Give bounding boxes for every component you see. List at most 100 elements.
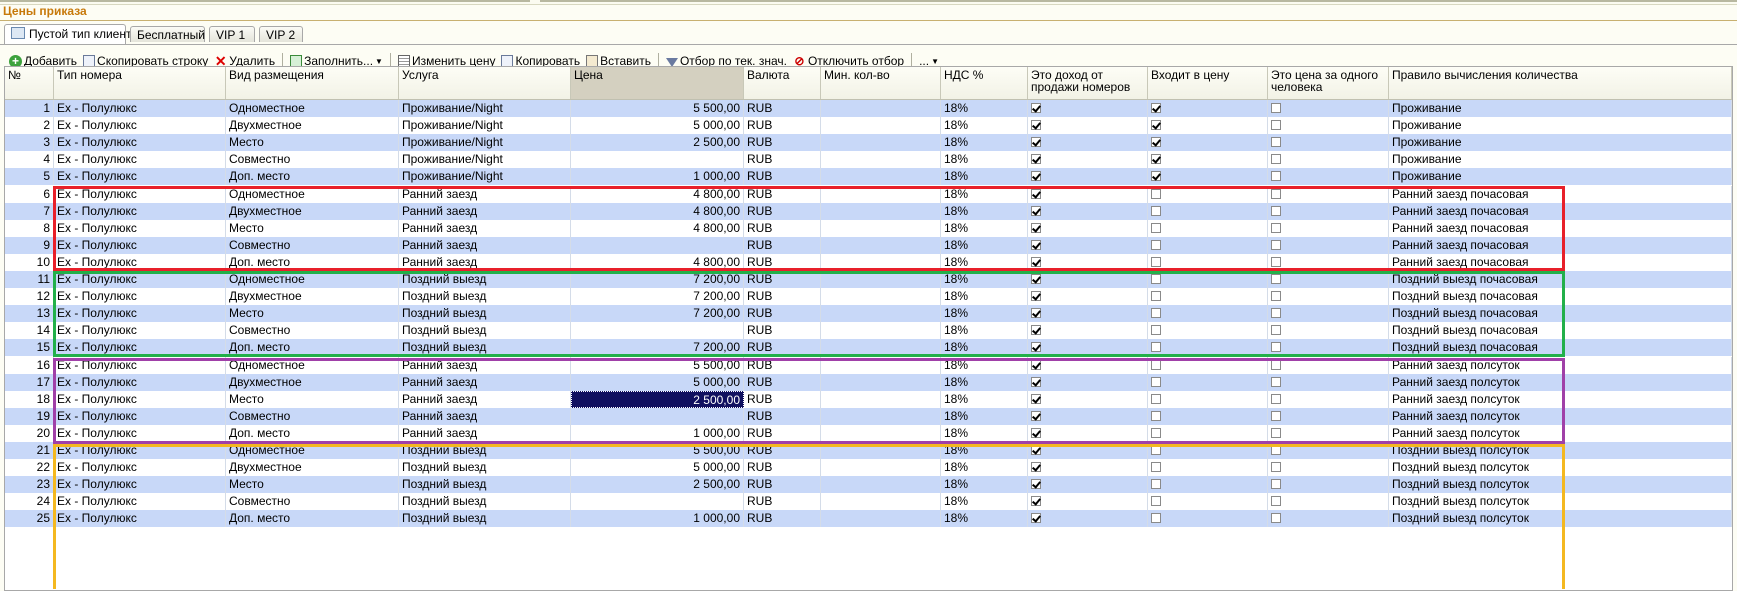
cell-price[interactable]: 4 800,00 [571, 219, 744, 237]
checkbox[interactable] [1271, 205, 1281, 216]
cell-per-person[interactable] [1268, 151, 1389, 169]
cell-qty-rule[interactable]: Ранний заезд полсуток [1389, 373, 1732, 391]
cell-accommodation[interactable]: Одноместное [226, 442, 399, 459]
cell-room-revenue[interactable] [1028, 151, 1148, 169]
cell-vat[interactable]: 18% [941, 493, 1028, 511]
cell-num[interactable]: 2 [5, 117, 54, 135]
cell-service[interactable]: Поздний выезд [399, 288, 571, 306]
cell-accommodation[interactable]: Место [226, 305, 399, 323]
cell-currency[interactable]: RUB [744, 322, 821, 340]
table-row[interactable]: 20 Ex - Полулюкс Доп. место Ранний заезд 1 0… [5, 424, 1732, 442]
cell-per-person[interactable] [1268, 356, 1389, 374]
cell-price[interactable] [571, 407, 744, 425]
cell-vat[interactable]: 18% [941, 407, 1028, 425]
checkbox[interactable] [1031, 427, 1041, 438]
checkbox[interactable] [1151, 359, 1161, 370]
cell-vat[interactable]: 18% [941, 390, 1028, 408]
cell-room-type[interactable]: Ex - Полулюкс [54, 373, 226, 391]
cell-price[interactable]: 2 500,00 [571, 390, 744, 408]
checkbox[interactable] [1031, 103, 1041, 113]
cell-in-price[interactable] [1148, 442, 1268, 459]
cell-accommodation[interactable]: Двухместное [226, 117, 399, 135]
checkbox[interactable] [1031, 205, 1041, 216]
checkbox[interactable] [1031, 325, 1041, 336]
col-header-room-type[interactable]: Тип номера [54, 67, 226, 99]
checkbox[interactable] [1031, 256, 1041, 267]
cell-min-qty[interactable] [821, 271, 941, 288]
cell-accommodation[interactable]: Одноместное [226, 100, 399, 117]
cell-service[interactable]: Проживание/Night [399, 151, 571, 169]
cell-service[interactable]: Проживание/Night [399, 100, 571, 117]
cell-num[interactable]: 20 [5, 424, 54, 442]
checkbox[interactable] [1271, 410, 1281, 421]
cell-qty-rule[interactable]: Проживание [1389, 151, 1732, 169]
tab-vip2[interactable]: VIP 2 [259, 26, 303, 42]
cell-room-revenue[interactable] [1028, 202, 1148, 220]
cell-room-revenue[interactable] [1028, 185, 1148, 203]
cell-accommodation[interactable]: Место [226, 390, 399, 408]
checkbox[interactable] [1151, 120, 1161, 131]
checkbox[interactable] [1031, 137, 1041, 148]
cell-num[interactable]: 13 [5, 305, 54, 323]
cell-room-type[interactable]: Ex - Полулюкс [54, 459, 226, 477]
tab-free[interactable]: Бесплатный [130, 26, 205, 42]
cell-qty-rule[interactable]: Поздний выезд почасовая [1389, 322, 1732, 340]
cell-per-person[interactable] [1268, 202, 1389, 220]
checkbox[interactable] [1151, 103, 1161, 113]
cell-currency[interactable]: RUB [744, 407, 821, 425]
cell-currency[interactable]: RUB [744, 185, 821, 203]
checkbox[interactable] [1151, 462, 1161, 473]
cell-currency[interactable]: RUB [744, 271, 821, 288]
cell-room-type[interactable]: Ex - Полулюкс [54, 442, 226, 459]
cell-min-qty[interactable] [821, 442, 941, 459]
cell-min-qty[interactable] [821, 322, 941, 340]
cell-price[interactable]: 5 000,00 [571, 373, 744, 391]
cell-num[interactable]: 25 [5, 510, 54, 528]
checkbox[interactable] [1031, 188, 1041, 199]
checkbox[interactable] [1271, 188, 1281, 199]
cell-per-person[interactable] [1268, 219, 1389, 237]
cell-per-person[interactable] [1268, 168, 1389, 186]
col-header-currency[interactable]: Валюта [744, 67, 821, 99]
cell-qty-rule[interactable]: Поздний выезд полсуток [1389, 476, 1732, 494]
cell-room-type[interactable]: Ex - Полулюкс [54, 185, 226, 203]
cell-in-price[interactable] [1148, 168, 1268, 186]
table-row[interactable]: 9 Ex - Полулюкс Совместно Ранний заезд RUB 18… [5, 236, 1732, 254]
cell-vat[interactable]: 18% [941, 100, 1028, 117]
cell-accommodation[interactable]: Доп. место [226, 339, 399, 357]
cell-room-revenue[interactable] [1028, 271, 1148, 288]
cell-service[interactable]: Ранний заезд [399, 373, 571, 391]
cell-currency[interactable]: RUB [744, 373, 821, 391]
cell-num[interactable]: 18 [5, 390, 54, 408]
cell-qty-rule[interactable]: Проживание [1389, 100, 1732, 117]
checkbox[interactable] [1271, 513, 1281, 524]
checkbox[interactable] [1151, 445, 1161, 455]
checkbox[interactable] [1151, 137, 1161, 148]
cell-service[interactable]: Ранний заезд [399, 185, 571, 203]
cell-currency[interactable]: RUB [744, 424, 821, 442]
col-header-in-price[interactable]: Входит в цену [1148, 67, 1268, 99]
cell-room-revenue[interactable] [1028, 117, 1148, 135]
cell-room-revenue[interactable] [1028, 459, 1148, 477]
checkbox[interactable] [1151, 393, 1161, 404]
cell-num[interactable]: 1 [5, 100, 54, 117]
cell-min-qty[interactable] [821, 117, 941, 135]
cell-min-qty[interactable] [821, 219, 941, 237]
cell-room-revenue[interactable] [1028, 339, 1148, 357]
table-row[interactable]: 15 Ex - Полулюкс Доп. место Поздний выезд 7 … [5, 339, 1732, 357]
table-row[interactable]: 21 Ex - Полулюкс Одноместное Поздний выезд 5… [5, 442, 1732, 459]
col-header-room-revenue[interactable]: Это доход от продажи номеров [1028, 67, 1148, 99]
cell-num[interactable]: 19 [5, 407, 54, 425]
cell-per-person[interactable] [1268, 134, 1389, 152]
checkbox[interactable] [1031, 171, 1041, 182]
checkbox[interactable] [1031, 222, 1041, 233]
checkbox[interactable] [1151, 513, 1161, 524]
cell-service[interactable]: Поздний выезд [399, 493, 571, 511]
cell-qty-rule[interactable]: Ранний заезд почасовая [1389, 219, 1732, 237]
cell-in-price[interactable] [1148, 305, 1268, 323]
cell-qty-rule[interactable]: Ранний заезд почасовая [1389, 236, 1732, 254]
cell-per-person[interactable] [1268, 407, 1389, 425]
cell-currency[interactable]: RUB [744, 442, 821, 459]
cell-num[interactable]: 21 [5, 442, 54, 459]
cell-price[interactable]: 2 500,00 [571, 134, 744, 152]
